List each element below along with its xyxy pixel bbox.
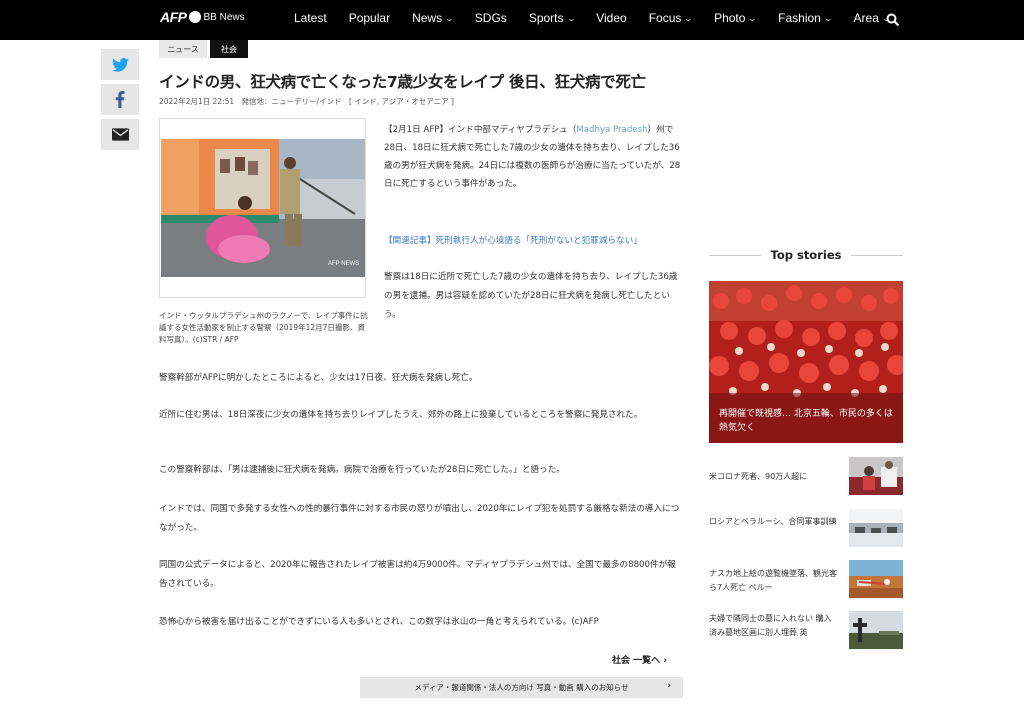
story-thumbnail[interactable] bbox=[849, 509, 903, 547]
top-navigation-bar: AFP BB News Latest Popular News ⌄ SDGs Sp… bbox=[0, 0, 1024, 40]
photo-caption: インド・ウッタルプラデシュ州のラクノーで、レイプ事件に抗議する女性活動家を制止す… bbox=[159, 311, 368, 344]
article-lead: 【2月1日 AFP】インド中部マディヤプラデシュ（Madhya Pradesh）… bbox=[384, 121, 682, 193]
nav-item-video[interactable]: Video bbox=[596, 11, 626, 25]
email-icon bbox=[111, 128, 129, 141]
nav-label: News bbox=[412, 11, 443, 25]
feature-caption: 再開催で既視感… 北京五輪、市民の多くは熱気欠く bbox=[719, 409, 893, 433]
article-paragraph: 恐怖心から被害を届け出ることができずにいる人も多いとされ、この数字は氷山の一角と… bbox=[159, 617, 599, 627]
story-thumbnail[interactable] bbox=[849, 560, 903, 598]
feature-story[interactable]: 再開催で既視感… 北京五輪、市民の多くは熱気欠く bbox=[709, 281, 903, 443]
tag-society[interactable]: 社会 bbox=[210, 40, 248, 58]
article-date: 2022年2月1日 22:51 bbox=[159, 97, 235, 106]
article-regions[interactable]: [ インド, アジア・オセアニア ] bbox=[349, 97, 454, 106]
nav-label: Popular bbox=[348, 11, 391, 25]
chevron-down-icon: ⌄ bbox=[444, 13, 455, 23]
nav-item-area[interactable]: Area ⌄ bbox=[853, 11, 891, 25]
nav-item-fashion[interactable]: Fashion ⌄ bbox=[778, 11, 833, 25]
chevron-down-icon: ⌄ bbox=[748, 13, 758, 23]
divider bbox=[709, 254, 761, 256]
tag-news[interactable]: ニュース bbox=[159, 40, 207, 58]
afp-bb-news-logo[interactable]: AFP BB News bbox=[160, 9, 245, 25]
twitter-share-button[interactable] bbox=[101, 49, 139, 80]
email-share-button[interactable] bbox=[101, 119, 139, 150]
article-paragraph: インドでは、同国で多発する女性への性的暴行事件に対する市民の怒りが噴出し、202… bbox=[159, 504, 680, 533]
logo-dot-icon bbox=[188, 11, 201, 23]
story-link[interactable]: ナスカ地上絵の遊覧機墜落、観光客ら7人死亡 ペルー bbox=[709, 567, 839, 595]
chevron-down-icon: ⌄ bbox=[823, 13, 833, 23]
top-stories-title: Top stories bbox=[770, 248, 842, 262]
society-list-label: 社会 一覧へ bbox=[612, 656, 661, 666]
nav-label: Area bbox=[853, 11, 879, 25]
nav-item-photo[interactable]: Photo ⌄ bbox=[714, 11, 758, 25]
lead-english-term: Madhya Pradesh bbox=[576, 125, 648, 135]
story-thumbnail[interactable] bbox=[849, 457, 903, 495]
photo-watermark: AFP NEWS bbox=[328, 261, 359, 267]
nav-label: Video bbox=[596, 11, 627, 25]
article-paragraph: 警察幹部がAFPに明かしたところによると、少女は17日夜、狂犬病を発病し死亡。 bbox=[159, 373, 478, 383]
related-article-link[interactable]: 【関連記事】死刑執行人が心境語る「死刑がないと犯罪減らない」 bbox=[384, 234, 684, 246]
story-thumbnail[interactable] bbox=[849, 611, 903, 649]
nav-item-sports[interactable]: Sports ⌄ bbox=[528, 11, 576, 25]
nav-item-news[interactable]: News ⌄ bbox=[412, 11, 455, 25]
article-photo[interactable]: AFP NEWS bbox=[159, 118, 366, 298]
nav-label: Focus bbox=[648, 11, 682, 25]
nav-item-latest[interactable]: Latest bbox=[294, 11, 327, 25]
media-purchase-notice[interactable]: メディア・報道関係・法人の方向け 写真・動画 購入のお知らせ › bbox=[360, 677, 683, 698]
story-link[interactable]: 米コロナ死者、90万人超に bbox=[709, 470, 839, 484]
article-meta: 2022年2月1日 22:51 発信地：ニューデリー/インド [ インド, アジ… bbox=[159, 96, 459, 107]
top-stories-heading: Top stories bbox=[709, 247, 903, 263]
nav-label: Fashion bbox=[778, 11, 821, 25]
nav-item-focus[interactable]: Focus ⌄ bbox=[648, 11, 694, 25]
divider bbox=[851, 254, 903, 256]
article-paragraph: この警察幹部は、「男は逮捕後に狂犬病を発病。病院で治療を行っていたが28日に死亡… bbox=[159, 465, 565, 475]
lead-text: 【2月1日 AFP】インド中部マディヤプラデシュ（ bbox=[384, 125, 577, 135]
article-title: インドの男、狂犬病で亡くなった7歳少女をレイプ 後日、狂犬病で死亡 bbox=[159, 73, 646, 91]
search-icon[interactable] bbox=[886, 12, 900, 27]
nav-label: Latest bbox=[294, 11, 327, 25]
facebook-icon bbox=[115, 91, 125, 108]
chevron-down-icon: ⌄ bbox=[566, 13, 576, 23]
article-paragraph: 同国の公式データによると、2020年に報告されたレイプ被害は約4万9000件。マ… bbox=[159, 560, 676, 589]
nav-item-sdgs[interactable]: SDGs bbox=[475, 11, 507, 25]
chevron-right-icon: › bbox=[663, 656, 667, 666]
facebook-share-button[interactable] bbox=[101, 84, 139, 115]
nav-label: SDGs bbox=[474, 11, 507, 25]
tag-label: 社会 bbox=[221, 44, 237, 54]
article-paragraph: 近所に住む男は、18日深夜に少女の遺体を持ち去りレイプしたうえ、郊外の路上に投棄… bbox=[159, 410, 643, 420]
chevron-right-icon: › bbox=[667, 681, 671, 691]
article-paragraph: 警察は18日に近所で死亡した7歳の少女の遺体を持ち去り、レイプした36歳の男を逮… bbox=[384, 272, 678, 320]
logo-afp-text: AFP bbox=[160, 9, 187, 25]
story-link[interactable]: 夫婦で隣同士の墓に入れない 購入済み墓地区画に別人埋葬 英 bbox=[709, 612, 839, 640]
nav-label: Photo bbox=[714, 11, 746, 25]
chevron-down-icon: ⌄ bbox=[684, 13, 694, 23]
story-link[interactable]: ロシアとベラルーシ、合同軍事訓練 bbox=[709, 515, 839, 529]
nav-item-popular[interactable]: Popular bbox=[349, 11, 390, 25]
twitter-icon bbox=[111, 57, 129, 72]
main-nav: Latest Popular News ⌄ SDGs Sports ⌄ Video … bbox=[294, 11, 912, 25]
tag-label: ニュース bbox=[167, 44, 199, 54]
article-dateline: 発信地：ニューデリー/インド bbox=[241, 97, 342, 106]
notice-label: メディア・報道関係・法人の方向け 写真・動画 購入のお知らせ bbox=[414, 683, 629, 692]
logo-bb-news-text: BB News bbox=[203, 11, 245, 23]
nav-label: Sports bbox=[528, 11, 564, 25]
society-list-link[interactable]: 社会 一覧へ › bbox=[612, 653, 667, 666]
